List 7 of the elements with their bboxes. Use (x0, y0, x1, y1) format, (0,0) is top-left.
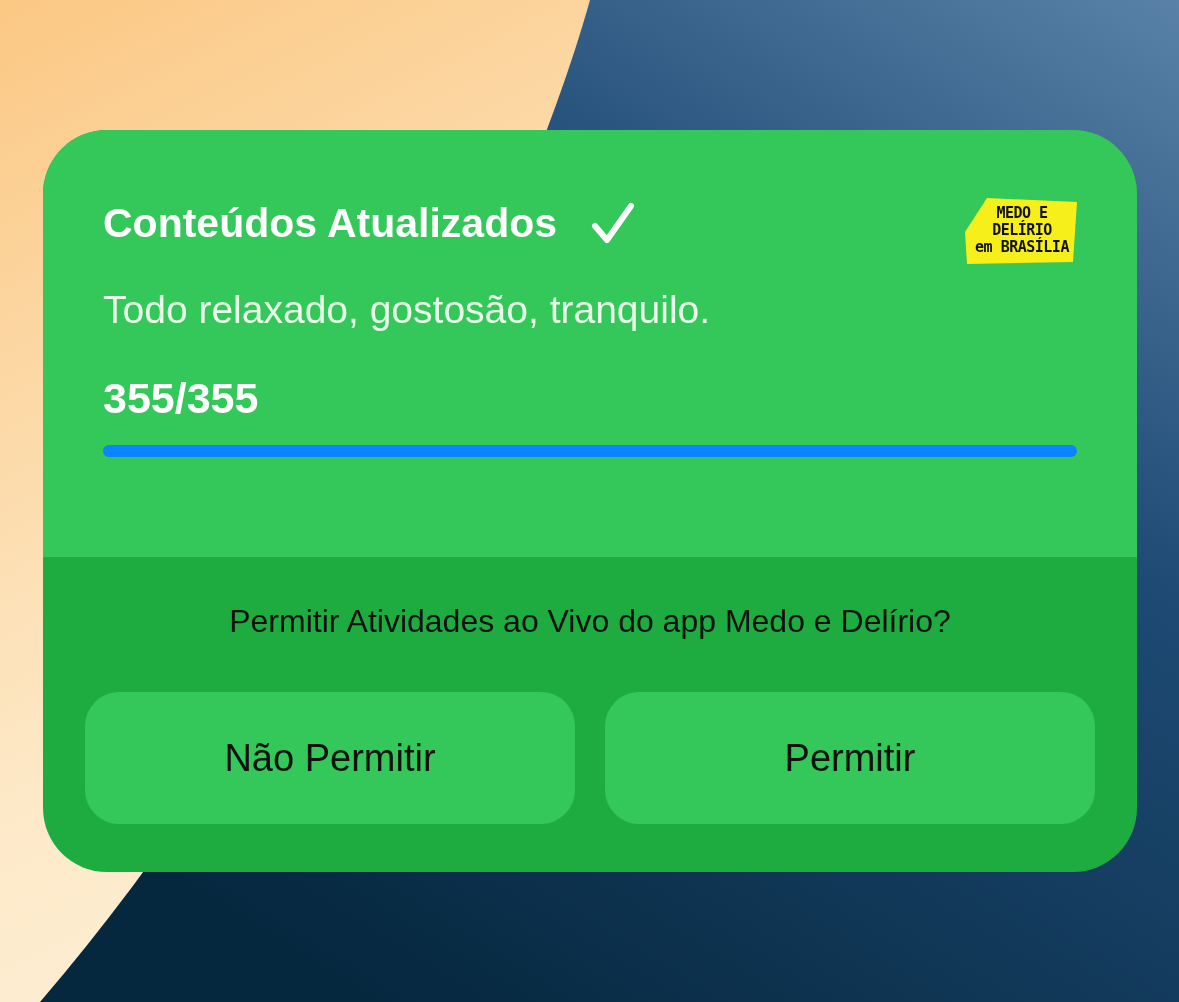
permission-question: Permitir Atividades ao Vivo do app Medo e Delírio? (229, 603, 951, 640)
activity-subtitle: Todo relaxado, gostosão, tranquilo. (103, 288, 712, 332)
checkmark-icon (591, 201, 636, 246)
deny-button[interactable]: Não Permitir (85, 692, 575, 824)
allow-button[interactable]: Permitir (605, 692, 1095, 824)
activity-title: Conteúdos Atualizados (103, 200, 558, 247)
progress-count: 355/355 (103, 374, 260, 423)
